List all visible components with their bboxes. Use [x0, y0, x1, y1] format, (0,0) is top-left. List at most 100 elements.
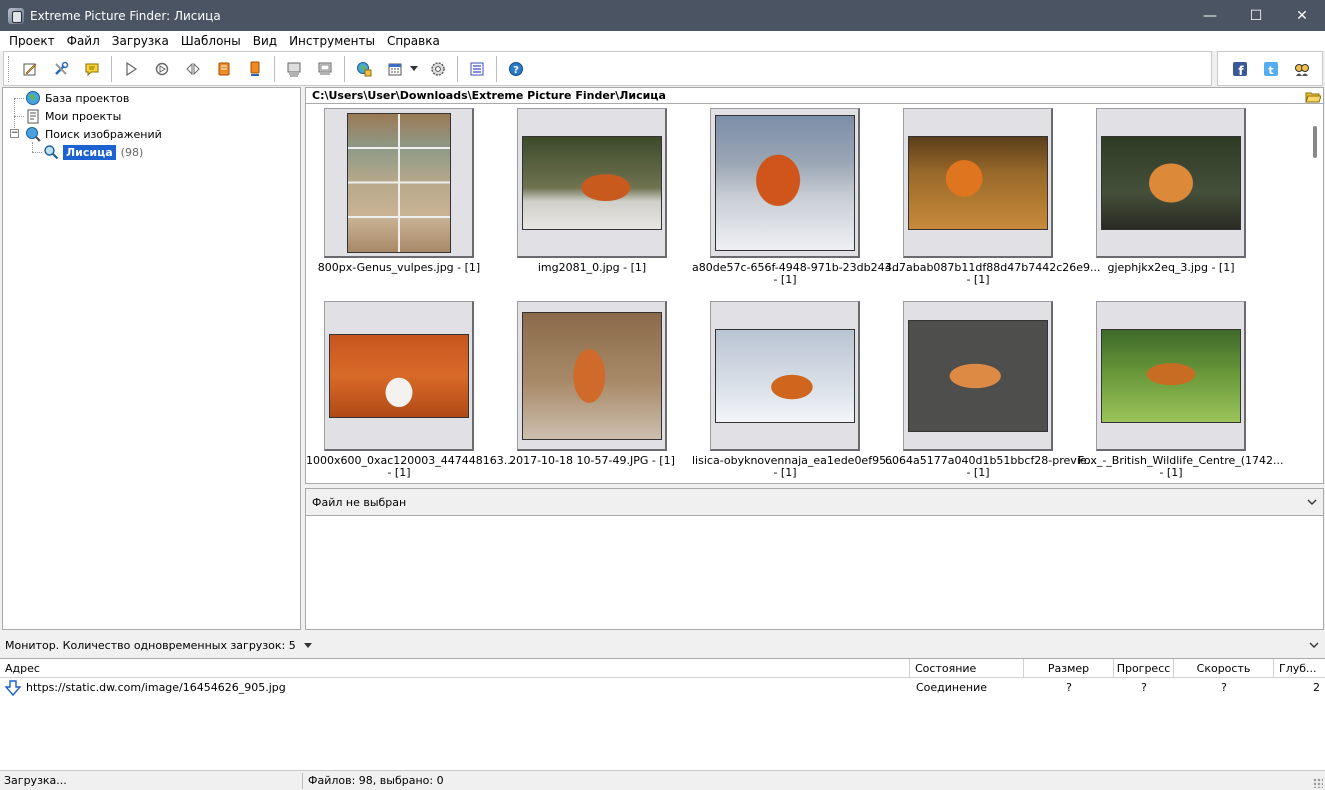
column-header-speed[interactable]: Скорость	[1174, 659, 1274, 678]
cell-state: Соединение	[916, 681, 988, 694]
edit-project-button[interactable]	[16, 55, 44, 83]
browse-images-icon	[357, 61, 372, 76]
project-properties-button[interactable]	[47, 55, 75, 83]
thumbnail-frame	[710, 301, 860, 451]
calendar-scheduler-button[interactable]	[381, 55, 409, 83]
pause-all-icon	[250, 61, 260, 76]
download-monitor-table[interactable]: Адрес Состояние Размер Прогресс Скорость…	[0, 658, 1325, 770]
preview-icon	[318, 62, 332, 74]
file-info-header[interactable]: Файл не выбран	[305, 488, 1324, 516]
project-properties-icon	[55, 61, 69, 75]
app-icon	[8, 7, 24, 24]
status-divider	[302, 773, 303, 789]
step-button[interactable]	[179, 55, 207, 83]
toolbar-separator	[496, 55, 497, 82]
thumbnail-item[interactable]: Fox_-_British_Wildlife_Centre_(1742... -…	[1078, 301, 1284, 479]
reload-button[interactable]	[148, 55, 176, 83]
scrollbar-thumb[interactable]	[1313, 126, 1317, 158]
menu-tools[interactable]: Инструменты	[283, 31, 381, 51]
fox-photo-image	[1100, 135, 1241, 230]
settings-button[interactable]	[424, 55, 452, 83]
thumbnail-item[interactable]: a80de57c-656f-4948-971b-23db243... - [1]	[692, 108, 902, 286]
thumbnail-caption: 800px-Genus_vulpes.jpg - [1]	[317, 261, 481, 274]
thumbnail-item[interactable]: 6064a5177a040d1b51bbcf28-previe... - [1]	[885, 301, 1097, 479]
toolbar-separator	[457, 55, 458, 82]
menu-download[interactable]: Загрузка	[106, 31, 175, 51]
tree-item-label: Мои проекты	[45, 109, 122, 123]
thumbnail-caption-suffix: - [1]	[387, 466, 411, 479]
open-folder-icon[interactable]	[1305, 89, 1321, 105]
slideshow-button[interactable]	[463, 55, 491, 83]
thumbnail-item[interactable]: img2081_0.jpg - [1]	[499, 108, 685, 274]
fox-photo-image	[521, 311, 662, 440]
close-button[interactable]: ✕	[1279, 0, 1325, 31]
help-button[interactable]: ?	[502, 55, 530, 83]
start-button[interactable]	[117, 55, 145, 83]
tree-item-image-search[interactable]: Поиск изображений	[25, 125, 162, 143]
menu-project[interactable]: Проект	[3, 31, 61, 51]
monitor-title: Монитор. Количество одновременных загруз…	[5, 638, 296, 652]
preview-button[interactable]	[311, 55, 339, 83]
project-tree[interactable]: − База проектов Мои проекты Поиск изобра…	[2, 87, 301, 630]
view-mode-button[interactable]	[280, 55, 308, 83]
thumbnail-item[interactable]: 2017-10-18 10-57-49.JPG - [1]	[499, 301, 685, 467]
thumbnail-item[interactable]: lisica-obyknovennaja_ea1ede0ef95... - [1…	[692, 301, 897, 479]
menu-bar: Проект Файл Загрузка Шаблоны Вид Инструм…	[0, 31, 1325, 51]
tree-item-fox[interactable]: Лисица (98)	[43, 143, 143, 161]
thumbnail-item[interactable]: 800px-Genus_vulpes.jpg - [1]	[306, 108, 492, 274]
calendar-scheduler-icon	[388, 63, 402, 75]
menu-templates[interactable]: Шаблоны	[175, 31, 247, 51]
column-header-progress[interactable]: Прогресс	[1114, 659, 1174, 678]
fox-photo-image	[907, 319, 1048, 432]
monitor-header[interactable]: Монитор. Количество одновременных загруз…	[0, 632, 1325, 658]
column-header-state[interactable]: Состояние	[910, 659, 1024, 678]
thumbnail-caption-suffix: - [1]	[966, 273, 990, 286]
thumbnail-frame	[903, 108, 1053, 258]
menu-view[interactable]: Вид	[247, 31, 283, 51]
maximize-button[interactable]: ☐	[1233, 0, 1279, 31]
thumbnail-item[interactable]: 4d7abab087b11df88d47b7442c26e9... - [1]	[885, 108, 1101, 286]
minimize-button[interactable]: —	[1187, 0, 1233, 31]
comment-button[interactable]	[78, 55, 106, 83]
thumbnail-scrollbar[interactable]	[1307, 104, 1323, 483]
stop-button[interactable]	[210, 55, 238, 83]
calendar-dropdown-arrow[interactable]	[410, 66, 418, 71]
menu-help[interactable]: Справка	[381, 31, 446, 51]
browse-images-button[interactable]	[350, 55, 378, 83]
thumbnail-frame	[903, 301, 1053, 451]
column-header-depth[interactable]: Глуб...	[1274, 659, 1325, 678]
thumbnail-item[interactable]: gjephjkx2eq_3.jpg - [1]	[1078, 108, 1264, 274]
support-button[interactable]	[1288, 55, 1316, 83]
thumbnail-frame	[1096, 301, 1246, 451]
chevron-down-icon[interactable]	[1307, 497, 1317, 507]
chevron-down-icon[interactable]	[1309, 640, 1319, 650]
pause-all-button[interactable]	[241, 55, 269, 83]
folder-path: C:\Users\User\Downloads\Extreme Picture …	[312, 89, 666, 102]
thumbnail-item[interactable]: 1000x600_0xac120003_447448163... - [1]	[306, 301, 514, 479]
tree-expander-search[interactable]: −	[10, 129, 19, 138]
toolbar-grip[interactable]	[8, 55, 10, 82]
support-icon	[1295, 63, 1309, 76]
tree-item-label: Поиск изображений	[45, 127, 162, 141]
thumbnail-frame	[517, 301, 667, 451]
twitter-button[interactable]: t	[1257, 55, 1285, 83]
column-header-size[interactable]: Размер	[1024, 659, 1114, 678]
thumbnail-caption: 2017-10-18 10-57-49.JPG - [1]	[509, 454, 675, 467]
thumbnail-frame	[324, 301, 474, 451]
download-arrow-icon	[5, 680, 21, 696]
social-toolbar: f t	[1217, 51, 1323, 86]
facebook-button[interactable]: f	[1226, 55, 1254, 83]
fox-photo-image	[328, 333, 469, 418]
menu-file[interactable]: Файл	[61, 31, 106, 51]
monitor-dropdown-arrow[interactable]	[303, 642, 312, 648]
column-header-address[interactable]: Адрес	[0, 659, 910, 678]
tree-item-label: База проектов	[45, 91, 130, 105]
thumbnail-frame	[1096, 108, 1246, 258]
svg-text:?: ?	[513, 65, 519, 76]
resize-grip[interactable]	[1313, 778, 1323, 788]
path-bar: C:\Users\User\Downloads\Extreme Picture …	[305, 87, 1324, 104]
tree-item-my-projects[interactable]: Мои проекты	[25, 107, 121, 125]
toolbar-separator	[344, 55, 345, 82]
thumbnail-grid[interactable]: 800px-Genus_vulpes.jpg - [1] img2081_0.j…	[305, 104, 1324, 484]
tree-item-project-base[interactable]: База проектов	[25, 89, 129, 107]
